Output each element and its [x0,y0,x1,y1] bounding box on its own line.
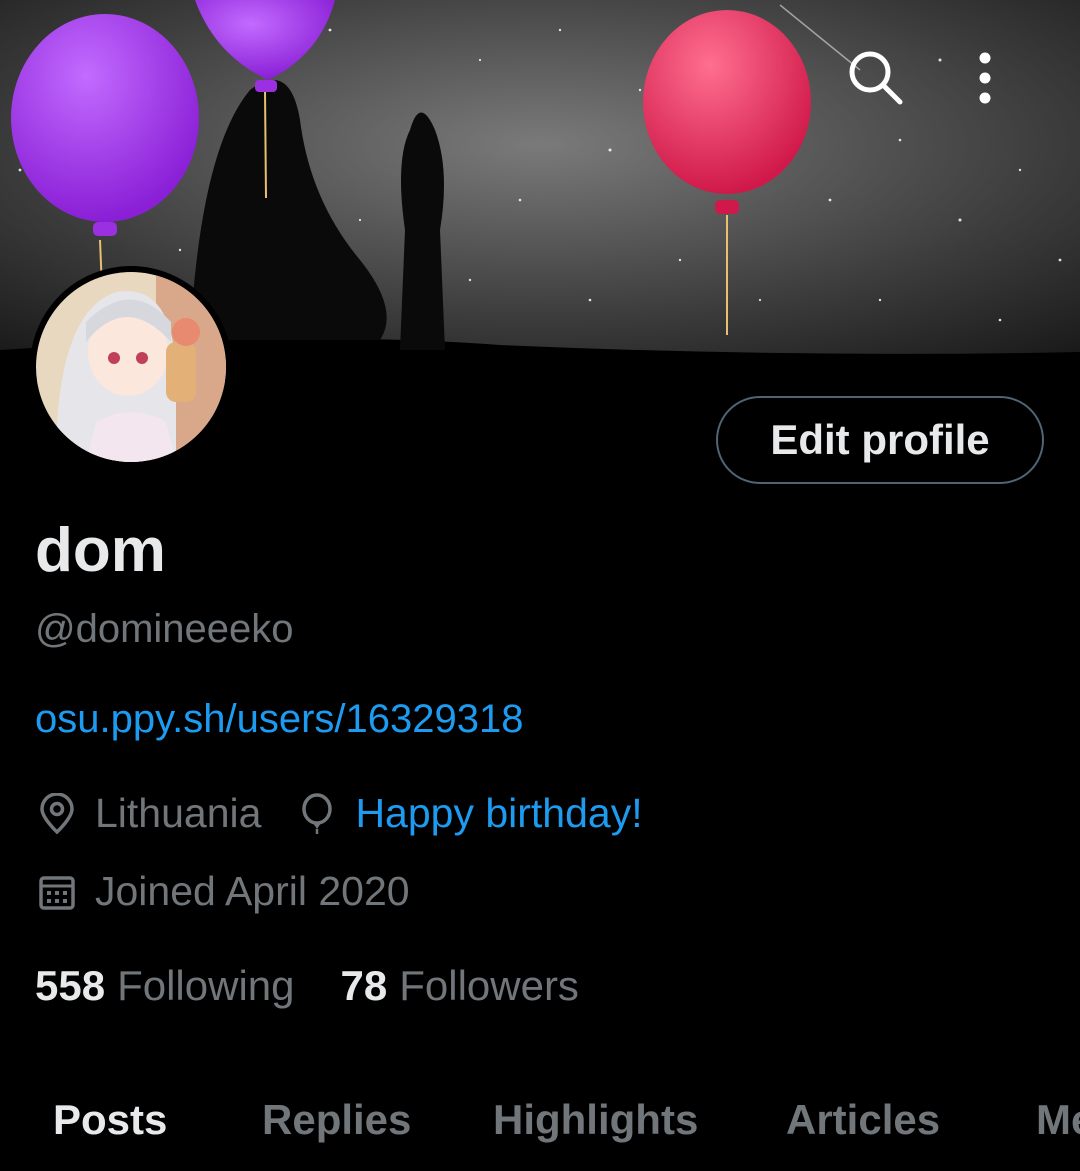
user-handle: @domineeeko [35,607,294,651]
following-link[interactable]: 558 Following [35,962,295,1010]
website-link[interactable]: osu.ppy.sh/users/16329318 [35,697,524,742]
followers-label: Followers [399,962,579,1009]
location-birthday-row: Lithuania Happy birthday! [35,790,643,837]
tab-replies[interactable]: Replies [262,1096,411,1144]
avatar-image [36,272,226,462]
follow-stats: 558 Following 78 Followers [35,962,625,1010]
profile-avatar[interactable] [30,266,232,468]
tab-media[interactable]: Media [1036,1096,1080,1144]
display-name: dom [35,516,166,585]
birthday-link[interactable]: Happy birthday! [355,790,642,837]
joined-date-text: Joined April 2020 [95,868,410,914]
edit-profile-button[interactable]: Edit profile [716,396,1044,484]
calendar-icon [35,870,79,914]
more-vertical-icon [979,52,991,104]
search-icon [849,51,903,105]
joined-row: Joined April 2020 [35,868,410,915]
followers-link[interactable]: 78 Followers [341,962,579,1010]
following-label: Following [117,962,295,1009]
profile-tabs: Posts Replies Highlights Articles Media [0,1090,1080,1171]
location-pin-icon [35,792,79,836]
more-options-button[interactable] [975,48,1039,112]
search-button[interactable] [844,46,908,110]
tab-posts[interactable]: Posts [53,1096,167,1144]
tab-articles[interactable]: Articles [786,1096,940,1144]
location-text: Lithuania [95,790,262,836]
followers-count: 78 [340,962,388,1009]
following-count: 558 [35,962,106,1009]
tab-highlights[interactable]: Highlights [493,1096,698,1144]
balloon-icon [295,792,339,836]
